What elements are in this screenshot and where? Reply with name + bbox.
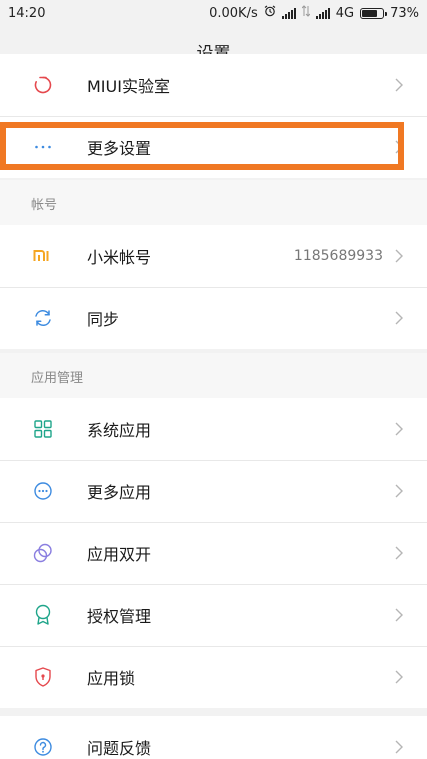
list-item-app-lock[interactable]: 应用锁: [0, 646, 427, 708]
list-item-sync[interactable]: 同步: [0, 287, 427, 349]
list-item-label: 小米帐号: [87, 248, 152, 267]
data-arrows-icon: [301, 5, 311, 21]
list-item-label: 更多设置: [87, 139, 152, 158]
chevron-right-icon: [393, 311, 405, 325]
list-item-more-apps[interactable]: 更多应用: [0, 460, 427, 522]
badge-icon: [31, 603, 55, 627]
list-item-miui-lab[interactable]: MIUI实验室: [0, 54, 427, 116]
chevron-right-icon: [393, 484, 405, 498]
list-item-system-apps[interactable]: 系统应用: [0, 398, 427, 460]
dual-apps-icon: [31, 541, 55, 565]
chevron-right-icon: [393, 546, 405, 560]
help-group: 问题反馈: [0, 716, 427, 759]
list-item-label: 应用锁: [87, 669, 136, 688]
chevron-right-icon: [393, 608, 405, 622]
more-apps-icon: [31, 479, 55, 503]
chevron-right-icon: [393, 422, 405, 436]
list-item-label: 系统应用: [87, 421, 152, 440]
chevron-right-icon: [393, 140, 405, 154]
battery-icon: [360, 7, 388, 19]
list-item-feedback[interactable]: 问题反馈: [0, 716, 427, 759]
list-item-mi-account[interactable]: 小米帐号 1185689933: [0, 225, 427, 287]
list-item-label: 问题反馈: [87, 739, 152, 758]
status-bar: 14:20 0.00K/s 4G 73%: [0, 0, 427, 26]
list-item-label: 应用双开: [87, 545, 152, 564]
more-dots-icon: [31, 135, 55, 159]
chevron-right-icon: [393, 78, 405, 92]
alarm-icon: [264, 5, 276, 21]
status-time: 14:20: [8, 5, 46, 21]
section-header-label: 应用管理: [31, 370, 84, 386]
signal-icon: [281, 7, 296, 19]
network-type: 4G: [335, 5, 355, 21]
apps-group: 系统应用 更多应用 应用双开 授权管理 应用锁: [0, 398, 427, 708]
list-item-label: 同步: [87, 310, 120, 329]
battery-percent: 73%: [390, 5, 419, 21]
network-speed: 0.00K/s: [209, 5, 258, 21]
section-header-apps: 应用管理: [0, 353, 427, 399]
list-item-label: 更多应用: [87, 483, 152, 502]
account-group: 小米帐号 1185689933 同步: [0, 225, 427, 349]
list-item-more-settings[interactable]: 更多设置: [0, 116, 427, 178]
grid-apps-icon: [31, 417, 55, 441]
account-id-value: 1185689933: [293, 248, 383, 264]
status-icons: 0.00K/s 4G 73%: [209, 5, 419, 21]
chevron-right-icon: [393, 249, 405, 263]
flask-circle-icon: [31, 73, 55, 97]
list-item-label: MIUI实验室: [87, 77, 170, 96]
signal-icon-2: [315, 7, 330, 19]
list-item-permissions[interactable]: 授权管理: [0, 584, 427, 646]
chevron-right-icon: [393, 670, 405, 684]
mi-logo-icon: [31, 244, 55, 268]
shield-lock-icon: [31, 665, 55, 689]
help-icon: [31, 735, 55, 759]
list-item-dual-apps[interactable]: 应用双开: [0, 522, 427, 584]
list-item-label: 授权管理: [87, 607, 152, 626]
sync-icon: [31, 306, 55, 330]
section-header-account: 帐号: [0, 180, 427, 226]
section-header-label: 帐号: [31, 197, 58, 213]
top-group: MIUI实验室 更多设置: [0, 54, 427, 178]
chevron-right-icon: [393, 740, 405, 754]
